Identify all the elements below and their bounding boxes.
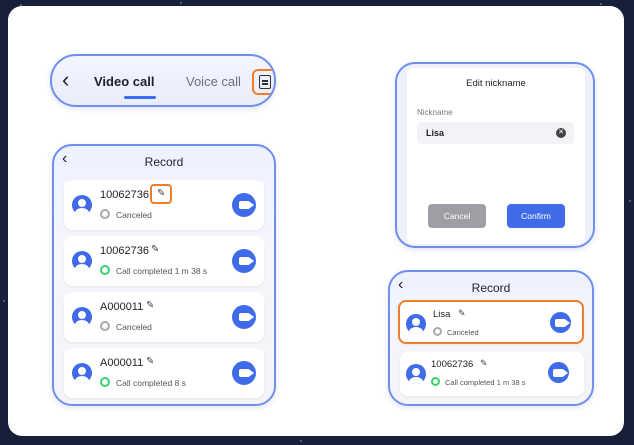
status-completed-icon (431, 377, 440, 386)
call-status: Canceled (116, 322, 152, 332)
document-list-icon (259, 75, 271, 89)
call-record-button[interactable] (252, 69, 274, 95)
status-canceled-icon (433, 327, 442, 336)
status-completed-icon (100, 265, 110, 275)
confirm-button[interactable]: Confirm (507, 204, 565, 228)
call-status: Call completed 8 s (116, 378, 186, 388)
tab-video-call[interactable]: Video call (94, 74, 154, 89)
status-completed-icon (100, 377, 110, 387)
edit-pencil-icon[interactable]: ✎ (480, 358, 488, 369)
call-status: Canceled (447, 328, 479, 337)
record-title: Record (471, 281, 511, 295)
contact-name: 10062736 (431, 359, 474, 370)
edit-pencil-icon[interactable]: ✎ (151, 244, 159, 255)
video-call-button[interactable] (232, 305, 256, 329)
nickname-field[interactable]: ✕ (417, 122, 574, 144)
contact-name: A000011 (100, 357, 144, 369)
avatar-icon (72, 195, 92, 215)
edit-pencil-icon[interactable]: ✎ (146, 356, 154, 367)
call-status: Call completed 1 m 38 s (116, 266, 208, 276)
clear-input-icon[interactable]: ✕ (556, 128, 566, 138)
video-call-button[interactable] (550, 312, 571, 333)
video-camera-icon (238, 257, 254, 265)
video-camera-icon (238, 313, 254, 321)
video-camera-icon (555, 318, 570, 327)
edit-pencil-icon[interactable]: ✎ (157, 188, 165, 199)
call-status: Canceled (116, 210, 152, 220)
avatar-icon (72, 307, 92, 327)
video-call-button[interactable] (548, 362, 569, 383)
video-call-button[interactable] (232, 193, 256, 217)
back-chevron-icon[interactable]: ‹ (62, 69, 69, 91)
tab-voice-call[interactable]: Voice call (186, 74, 241, 89)
dialog-title: Edit nickname (466, 78, 526, 89)
status-canceled-icon (100, 209, 110, 219)
video-camera-icon (238, 201, 254, 209)
contact-name: 10062736 (100, 245, 149, 257)
nickname-input[interactable] (426, 128, 546, 138)
record-panel-right: ‹ Record Lisa ✎ Canceled 10062736 ✎ Call… (388, 270, 594, 406)
avatar-icon (406, 364, 426, 384)
record-item[interactable]: A000011 ✎ Canceled (64, 292, 264, 342)
call-type-tab-bar: ‹ Video call Voice call (50, 54, 276, 107)
avatar-icon (72, 363, 92, 383)
edit-pencil-icon[interactable]: ✎ (146, 300, 154, 311)
video-call-button[interactable] (232, 249, 256, 273)
record-item[interactable]: 10062736 ✎ Call completed 1 m 38 s (400, 352, 584, 396)
contact-name: A000011 (100, 301, 144, 313)
record-panel-left: ‹ Record 10062736 ✎ Canceled 10062736 ✎ … (52, 144, 276, 406)
record-item[interactable]: 10062736 ✎ Call completed 1 m 38 s (64, 236, 264, 286)
record-item[interactable]: A000011 ✎ Call completed 8 s (64, 348, 264, 398)
edit-nickname-panel: Edit nickname Nickname ✕ Cancel Confirm (395, 62, 595, 248)
record-item-highlighted[interactable]: Lisa ✎ Canceled (398, 300, 584, 344)
video-camera-icon (238, 369, 254, 377)
video-call-button[interactable] (232, 361, 256, 385)
active-tab-indicator (124, 96, 156, 99)
avatar-icon (406, 314, 426, 334)
edit-nickname-dialog: Edit nickname Nickname ✕ Cancel Confirm (407, 68, 585, 244)
avatar-icon (72, 251, 92, 271)
record-item[interactable]: 10062736 ✎ Canceled (64, 180, 264, 230)
edit-pencil-icon[interactable]: ✎ (458, 308, 466, 319)
contact-name: 10062736 (100, 189, 149, 201)
record-title: Record (144, 155, 184, 169)
contact-name: Lisa (433, 309, 451, 320)
nickname-label: Nickname (417, 108, 453, 117)
status-canceled-icon (100, 321, 110, 331)
video-camera-icon (553, 368, 568, 377)
cancel-button[interactable]: Cancel (428, 204, 486, 228)
record-header: ‹ Record (54, 146, 274, 174)
record-header: ‹ Record (390, 272, 592, 300)
canvas-sheet: ‹ Video call Voice call ‹ Record 1006273… (8, 6, 624, 436)
call-status: Call completed 1 m 38 s (445, 378, 526, 387)
